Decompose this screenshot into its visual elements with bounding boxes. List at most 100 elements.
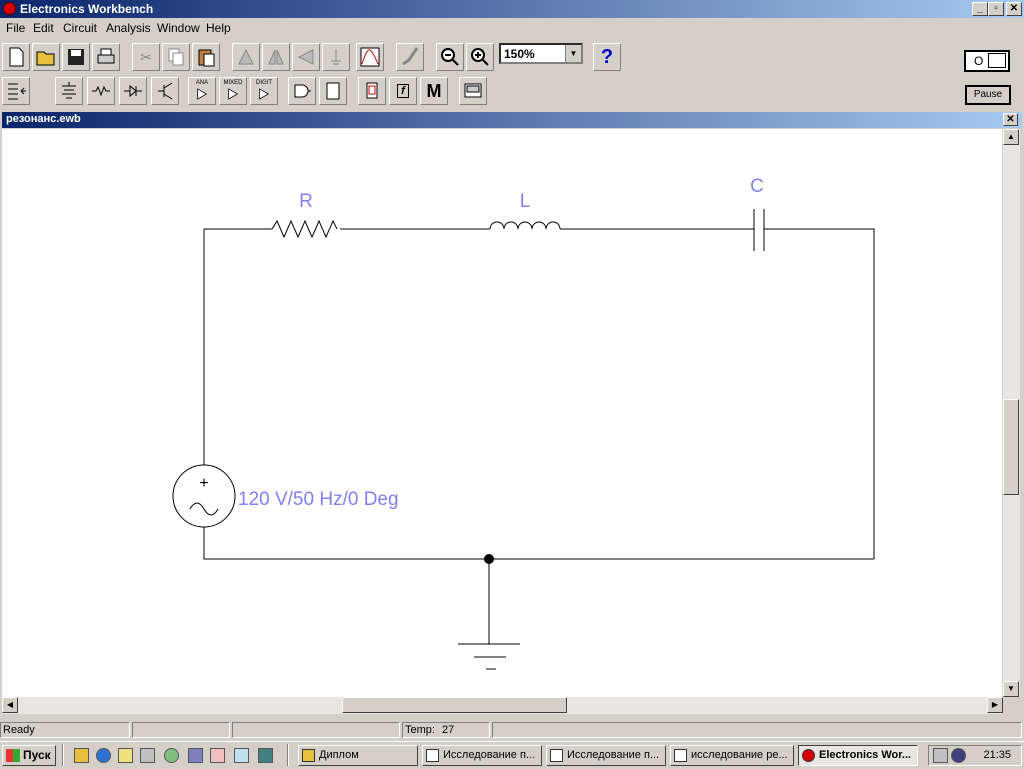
parts-bin-toggle-icon[interactable]	[2, 77, 30, 105]
inductor-symbol[interactable]	[489, 221, 561, 230]
indicators-bin-icon[interactable]	[358, 77, 386, 105]
word-doc-icon	[674, 749, 687, 762]
document-title: резонанс.ewb	[6, 113, 81, 125]
power-switch[interactable]: O	[964, 50, 1010, 72]
wire-bottom	[203, 527, 874, 560]
transistors-bin-icon[interactable]	[151, 77, 179, 105]
windows-logo-icon	[6, 749, 20, 762]
scroll-right-icon[interactable]: ▶	[987, 697, 1003, 713]
zoom-in-icon[interactable]	[466, 43, 494, 71]
circuit-canvas[interactable]: + R L C 120 V/50 Hz/0 Deg	[2, 129, 1002, 697]
scroll-left-icon[interactable]: ◀	[2, 697, 18, 713]
miscellaneous-bin-icon[interactable]: M	[420, 77, 448, 105]
analog-ics-bin-icon[interactable]: ANA	[188, 77, 216, 105]
paste-icon[interactable]	[192, 43, 220, 71]
cut-icon[interactable]: ✂	[132, 43, 160, 71]
capacitor-label: C	[750, 176, 764, 197]
instruments-bin-icon[interactable]	[459, 77, 487, 105]
quicklaunch-icon-6[interactable]	[188, 748, 203, 763]
quicklaunch-icon-8[interactable]	[234, 748, 249, 763]
capacitor-symbol[interactable]	[753, 209, 765, 251]
word-doc-icon	[426, 749, 439, 762]
digital-bin-icon[interactable]	[319, 77, 347, 105]
status-bar: Ready Temp: 27	[0, 720, 1024, 740]
rotate-icon[interactable]	[232, 43, 260, 71]
horizontal-scrollbar[interactable]: ◀ ▶	[2, 697, 1003, 714]
scroll-down-icon[interactable]: ▼	[1003, 681, 1019, 697]
logic-gates-bin-icon[interactable]	[288, 77, 316, 105]
wire-right	[764, 228, 875, 559]
digital-ics-bin-icon[interactable]: DIGIT	[250, 77, 278, 105]
print-icon[interactable]	[92, 43, 120, 71]
start-button[interactable]: Пуск	[2, 745, 56, 766]
open-folder-icon[interactable]	[32, 43, 60, 71]
menu-analysis[interactable]: Analysis	[106, 21, 151, 35]
zoom-out-icon[interactable]	[436, 43, 464, 71]
quicklaunch-icon-4[interactable]	[140, 748, 155, 763]
task-button-word-3[interactable]: исследование ре...	[670, 745, 794, 766]
graph-icon[interactable]	[396, 43, 424, 71]
sources-bin-icon[interactable]	[55, 77, 83, 105]
scroll-up-icon[interactable]: ▲	[1003, 129, 1019, 145]
diodes-bin-icon[interactable]	[119, 77, 147, 105]
task-label: Исследование п...	[567, 749, 660, 761]
flip-horizontal-icon[interactable]	[262, 43, 290, 71]
menu-circuit[interactable]: Circuit	[63, 21, 97, 35]
component-properties-icon[interactable]	[322, 43, 350, 71]
menu-edit[interactable]: Edit	[33, 21, 54, 35]
basic-bin-icon[interactable]	[87, 77, 115, 105]
resistor-label: R	[299, 191, 313, 212]
task-label: исследование ре...	[691, 749, 788, 761]
ie-icon[interactable]	[96, 748, 111, 763]
status-field-empty-1	[132, 722, 230, 738]
ground-symbol[interactable]	[458, 643, 520, 670]
task-button-word-1[interactable]: Исследование п...	[422, 745, 542, 766]
clock: 21:35	[983, 749, 1011, 761]
task-label: Исследование п...	[443, 749, 536, 761]
tray-app-icon[interactable]	[951, 748, 966, 763]
copy-icon[interactable]	[162, 43, 190, 71]
quicklaunch-icon-3[interactable]	[118, 748, 133, 763]
minimize-button[interactable]: _	[972, 2, 988, 16]
word-doc-icon	[550, 749, 563, 762]
document-close-button[interactable]: ✕	[1003, 113, 1018, 126]
source-value-label: 120 V/50 Hz/0 Deg	[238, 489, 399, 510]
taskbar: Пуск Диплом Исследование п... Исследован…	[0, 741, 1024, 769]
document-title-bar: резонанс.ewb ✕	[2, 112, 1022, 128]
system-tray: 21:35	[928, 745, 1022, 766]
menu-bar: File Edit Circuit Analysis Window Help	[0, 18, 1024, 37]
status-field-empty-2	[232, 722, 400, 738]
create-subcircuit-icon[interactable]	[356, 43, 384, 71]
menu-file[interactable]: File	[6, 21, 25, 35]
quicklaunch-icon-5[interactable]	[164, 748, 179, 763]
task-button-diplom[interactable]: Диплом	[298, 745, 418, 766]
chevron-down-icon[interactable]: ▼	[565, 45, 581, 62]
controls-bin-icon[interactable]: f	[389, 77, 417, 105]
vertical-scrollbar[interactable]: ▲ ▼	[1003, 129, 1020, 697]
quicklaunch-icon-1[interactable]	[74, 748, 89, 763]
restore-button[interactable]: ▫	[988, 2, 1004, 16]
vertical-scroll-thumb[interactable]	[1003, 399, 1019, 495]
inductor-label: L	[520, 191, 531, 212]
flip-vertical-icon[interactable]	[292, 43, 320, 71]
volume-icon[interactable]	[933, 748, 948, 763]
pause-button[interactable]: Pause	[965, 85, 1011, 105]
task-button-word-2[interactable]: Исследование п...	[546, 745, 666, 766]
mixed-ics-bin-icon[interactable]: MIXED	[219, 77, 247, 105]
menu-help[interactable]: Help	[206, 21, 231, 35]
save-icon[interactable]	[62, 43, 90, 71]
circuit-schematic: + R L C 120 V/50 Hz/0 Deg	[172, 176, 875, 670]
new-file-icon[interactable]	[2, 43, 30, 71]
horizontal-scroll-thumb[interactable]	[342, 697, 567, 713]
task-button-ewb[interactable]: Electronics Wor...	[798, 745, 918, 766]
help-button[interactable]: ?	[593, 43, 621, 71]
quicklaunch-icon-7[interactable]	[210, 748, 225, 763]
resistor-symbol[interactable]	[271, 219, 338, 239]
quicklaunch-icon-9[interactable]	[258, 748, 273, 763]
menu-window[interactable]: Window	[157, 21, 200, 35]
status-temp-value: 27	[442, 724, 455, 736]
status-field-empty-3	[492, 722, 1022, 738]
close-button[interactable]: ✕	[1006, 2, 1022, 16]
start-label: Пуск	[23, 748, 51, 762]
zoom-select[interactable]: 150% ▼	[499, 43, 583, 64]
